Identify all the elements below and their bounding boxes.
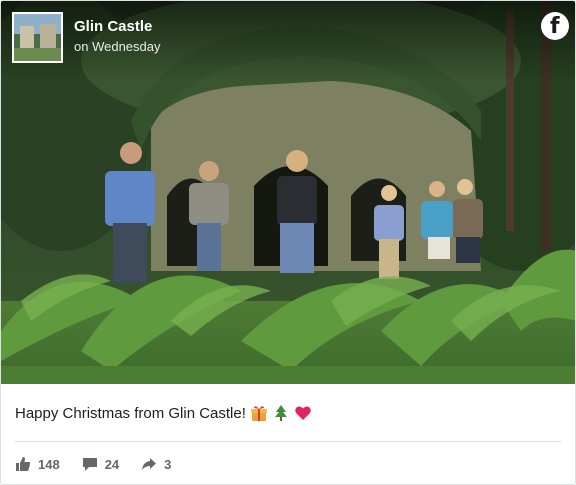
post-timestamp[interactable]: on Wednesday <box>74 39 161 54</box>
facebook-post-card: Glin Castle on Wednesday f Happy Christm… <box>0 0 576 485</box>
heart-icon <box>295 406 311 420</box>
gift-icon <box>250 406 267 421</box>
divider <box>15 441 561 442</box>
share-count-value: 3 <box>164 456 172 472</box>
post-header: Glin Castle on Wednesday f <box>1 1 575 81</box>
share-arrow-icon <box>142 458 157 470</box>
comment-count[interactable]: 24 <box>82 456 119 472</box>
page-name[interactable]: Glin Castle <box>74 18 152 35</box>
share-count[interactable]: 3 <box>141 456 171 472</box>
comment-icon <box>82 458 97 471</box>
christmas-tree-icon <box>274 405 287 421</box>
thumbs-up-icon <box>16 457 31 471</box>
facebook-logo-icon[interactable]: f <box>541 12 569 40</box>
comment-count-value: 24 <box>104 456 120 472</box>
page-avatar[interactable] <box>12 12 63 63</box>
caption-text: Happy Christmas from Glin Castle! <box>15 404 246 422</box>
post-caption: Happy Christmas from Glin Castle! <box>15 404 312 422</box>
like-count[interactable]: 148 <box>15 456 60 472</box>
post-stats: 148 24 3 <box>15 456 193 472</box>
like-count-value: 148 <box>38 456 60 472</box>
